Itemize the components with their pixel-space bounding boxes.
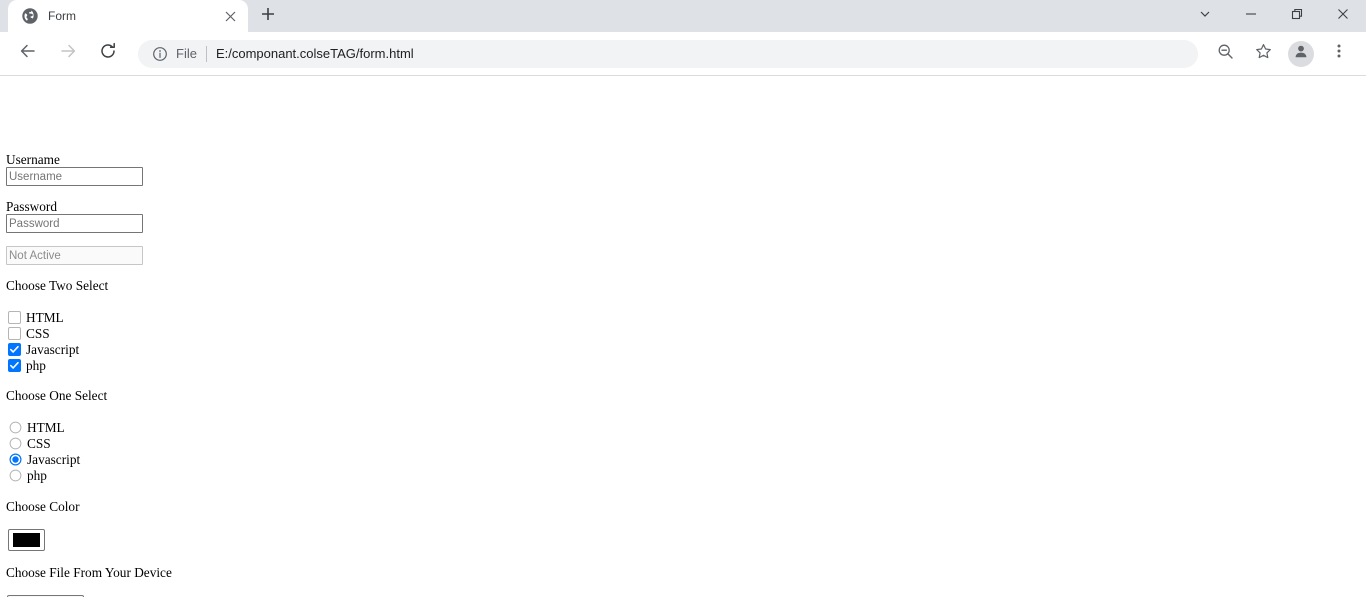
file-picker-heading: Choose File From Your Device	[6, 565, 172, 580]
omnibox-divider	[205, 45, 207, 62]
checkbox-label-css: CSS	[26, 325, 50, 341]
close-icon[interactable]	[222, 8, 238, 24]
choose-file-button[interactable]: Choose File	[7, 595, 85, 597]
tab-strip: Form	[0, 0, 1366, 32]
checkbox-option-css[interactable]: CSS	[8, 325, 79, 341]
password-input[interactable]	[6, 214, 143, 233]
star-icon	[1255, 43, 1272, 65]
url-scheme-label: File	[176, 46, 197, 61]
username-label: Username	[6, 152, 60, 167]
close-window-button[interactable]	[1320, 0, 1366, 32]
address-bar[interactable]: File E:/componant.colseTAG/form.html	[138, 39, 1198, 68]
zoom-out-icon	[1217, 43, 1234, 65]
info-circle-icon[interactable]	[152, 46, 168, 62]
radio-option-css[interactable]: CSS	[9, 435, 80, 451]
arrow-left-icon	[19, 42, 37, 65]
radio-unchecked-icon[interactable]	[9, 437, 22, 450]
browser-toolbar: File E:/componant.colseTAG/form.html	[0, 32, 1366, 76]
not-active-input	[6, 246, 143, 265]
new-tab-button[interactable]	[254, 2, 282, 30]
globe-icon	[22, 8, 38, 24]
radio-checked-icon[interactable]	[9, 452, 22, 466]
checkbox-unchecked-icon[interactable]	[8, 326, 21, 340]
checkbox-option-php[interactable]: php	[8, 357, 79, 373]
color-picker-heading: Choose Color	[6, 499, 80, 514]
checkbox-checked-icon[interactable]	[8, 342, 21, 356]
page-content: Username Password Choose Two Select HTML	[0, 76, 1366, 597]
radio-unchecked-icon[interactable]	[9, 421, 22, 434]
browser-tab-form[interactable]: Form	[8, 0, 248, 32]
reload-icon	[99, 42, 117, 65]
checkbox-checked-icon[interactable]	[8, 358, 21, 372]
tab-title: Form	[48, 9, 76, 23]
back-button[interactable]	[14, 40, 42, 68]
minimize-icon	[1245, 7, 1257, 25]
color-swatch-fill	[13, 533, 40, 547]
radio-label-css: CSS	[27, 435, 51, 451]
password-label: Password	[6, 199, 57, 214]
checkbox-group: HTML CSS Javascript php	[8, 309, 79, 373]
color-picker-input[interactable]	[8, 529, 45, 551]
forward-button[interactable]	[54, 40, 82, 68]
checkbox-label-php: php	[26, 357, 46, 373]
chevron-down-icon	[1199, 7, 1211, 25]
tab-search-button[interactable]	[1182, 0, 1228, 32]
url-text: E:/componant.colseTAG/form.html	[215, 46, 414, 61]
radio-label-php: php	[27, 467, 47, 483]
restore-icon	[1291, 7, 1303, 25]
checkbox-unchecked-icon[interactable]	[8, 310, 21, 324]
zoom-out-button[interactable]	[1211, 40, 1239, 68]
chrome-menu-button[interactable]	[1325, 40, 1353, 68]
close-icon	[1337, 7, 1349, 25]
browser-window: Form File E:/componant.colseTAG/form.htm…	[0, 0, 1366, 598]
three-dot-menu-icon	[1331, 43, 1347, 64]
radio-group: HTML CSS Javascript php	[9, 419, 80, 483]
minimize-button[interactable]	[1228, 0, 1274, 32]
checkbox-label-html: HTML	[26, 309, 64, 325]
radio-option-php[interactable]: php	[9, 467, 80, 483]
radio-unchecked-icon[interactable]	[9, 469, 22, 482]
profile-button[interactable]	[1288, 40, 1314, 67]
avatar-icon	[1293, 43, 1309, 64]
radio-label-html: HTML	[27, 419, 65, 435]
window-controls	[1182, 0, 1366, 32]
plus-icon	[261, 7, 275, 26]
checkbox-option-html[interactable]: HTML	[8, 309, 79, 325]
radio-option-javascript[interactable]: Javascript	[9, 451, 80, 467]
reload-button[interactable]	[94, 40, 122, 68]
arrow-right-icon	[59, 42, 77, 65]
username-input[interactable]	[6, 167, 143, 186]
radio-option-html[interactable]: HTML	[9, 419, 80, 435]
radio-group-heading: Choose One Select	[6, 388, 108, 403]
radio-label-javascript: Javascript	[27, 451, 81, 467]
bookmark-button[interactable]	[1249, 40, 1277, 68]
file-input-row: Choose File No file chosen	[7, 595, 164, 597]
checkbox-label-javascript: Javascript	[26, 341, 80, 357]
checkbox-option-javascript[interactable]: Javascript	[8, 341, 79, 357]
checkbox-group-heading: Choose Two Select	[6, 278, 109, 293]
maximize-button[interactable]	[1274, 0, 1320, 32]
